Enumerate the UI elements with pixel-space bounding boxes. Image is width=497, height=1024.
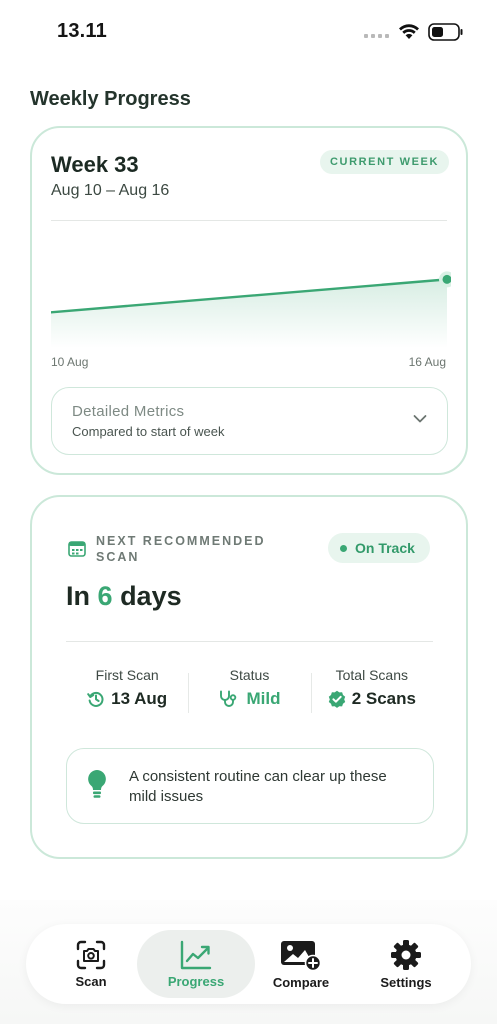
nav-item-progress[interactable]: Progress: [137, 930, 255, 998]
image-add-icon: [281, 940, 322, 971]
status-bar: 13.11: [0, 0, 497, 60]
status-dot-icon: [340, 544, 347, 552]
signal-icon: [364, 34, 389, 38]
chart-end-label: 16 Aug: [408, 355, 446, 369]
divider: [66, 641, 433, 642]
week-date-range: Aug 10 – Aug 16: [51, 182, 170, 199]
metrics-title: Detailed Metrics: [72, 403, 185, 420]
divider: [51, 220, 447, 221]
weekly-progress-card: Week 33 Aug 10 – Aug 16 CURRENT WEEK 10 …: [30, 126, 468, 475]
next-scan-card: NEXT RECOMMENDED SCAN On Track In 6 days…: [30, 495, 468, 859]
history-icon: [87, 691, 104, 707]
trend-chart-icon: [180, 940, 212, 969]
nav-label: Scan: [75, 973, 107, 989]
week-title: Week 33: [51, 152, 139, 177]
chart-start-label: 10 Aug: [51, 355, 89, 369]
section-title: Weekly Progress: [30, 88, 191, 110]
nav-item-scan[interactable]: Scan: [32, 930, 150, 998]
on-track-pill: On Track: [328, 533, 430, 563]
calendar-icon: [68, 541, 86, 557]
gear-icon: [391, 939, 421, 970]
camera-scan-icon: [76, 940, 106, 969]
stethoscope-icon: [220, 690, 237, 707]
stat-label: Status: [229, 667, 270, 683]
nav-label: Settings: [380, 974, 432, 990]
stat-value: 13 Aug: [87, 689, 167, 709]
bottom-nav: Scan Progress Compare Settings: [26, 924, 471, 1004]
on-track-text: On Track: [355, 540, 415, 556]
trend-chart: [51, 271, 451, 348]
wifi-icon: [399, 24, 419, 39]
days-until-scan: In 6 days: [66, 581, 182, 612]
stat-label: Total Scans: [335, 667, 408, 683]
stat-value: 2 Scans: [328, 689, 416, 709]
trend-area: [51, 279, 447, 348]
days-count: 6: [97, 581, 113, 611]
stat-first-scan: First Scan 13 Aug: [66, 667, 188, 719]
stat-label: First Scan: [95, 667, 159, 683]
tip-text: A consistent routine can clear up these …: [129, 768, 387, 805]
days-suffix: days: [120, 581, 182, 611]
current-week-badge: CURRENT WEEK: [320, 150, 450, 174]
status-time: 13.11: [57, 20, 107, 42]
nav-label: Progress: [167, 973, 225, 989]
metrics-subtitle: Compared to start of week: [72, 424, 225, 439]
stat-total-scans: Total Scans 2 Scans: [310, 667, 433, 719]
tip-box: A consistent routine can clear up these …: [66, 748, 434, 824]
next-scan-label: NEXT RECOMMENDED SCAN: [96, 534, 266, 564]
nav-item-compare[interactable]: Compare: [242, 930, 360, 998]
days-prefix: In: [66, 581, 90, 611]
nav-item-settings[interactable]: Settings: [347, 930, 465, 998]
stat-status: Status Mild: [188, 667, 310, 719]
lightbulb-icon: [88, 770, 106, 798]
nav-label: Compare: [272, 974, 330, 990]
scan-stats: First Scan 13 Aug Status Mild Total Scan…: [66, 667, 433, 719]
stat-value: Mild: [218, 689, 280, 709]
chevron-down-icon: [413, 415, 427, 423]
battery-icon: [428, 23, 463, 41]
verified-badge-icon: [328, 690, 345, 708]
detailed-metrics-dropdown[interactable]: Detailed Metrics Compared to start of we…: [51, 387, 448, 455]
